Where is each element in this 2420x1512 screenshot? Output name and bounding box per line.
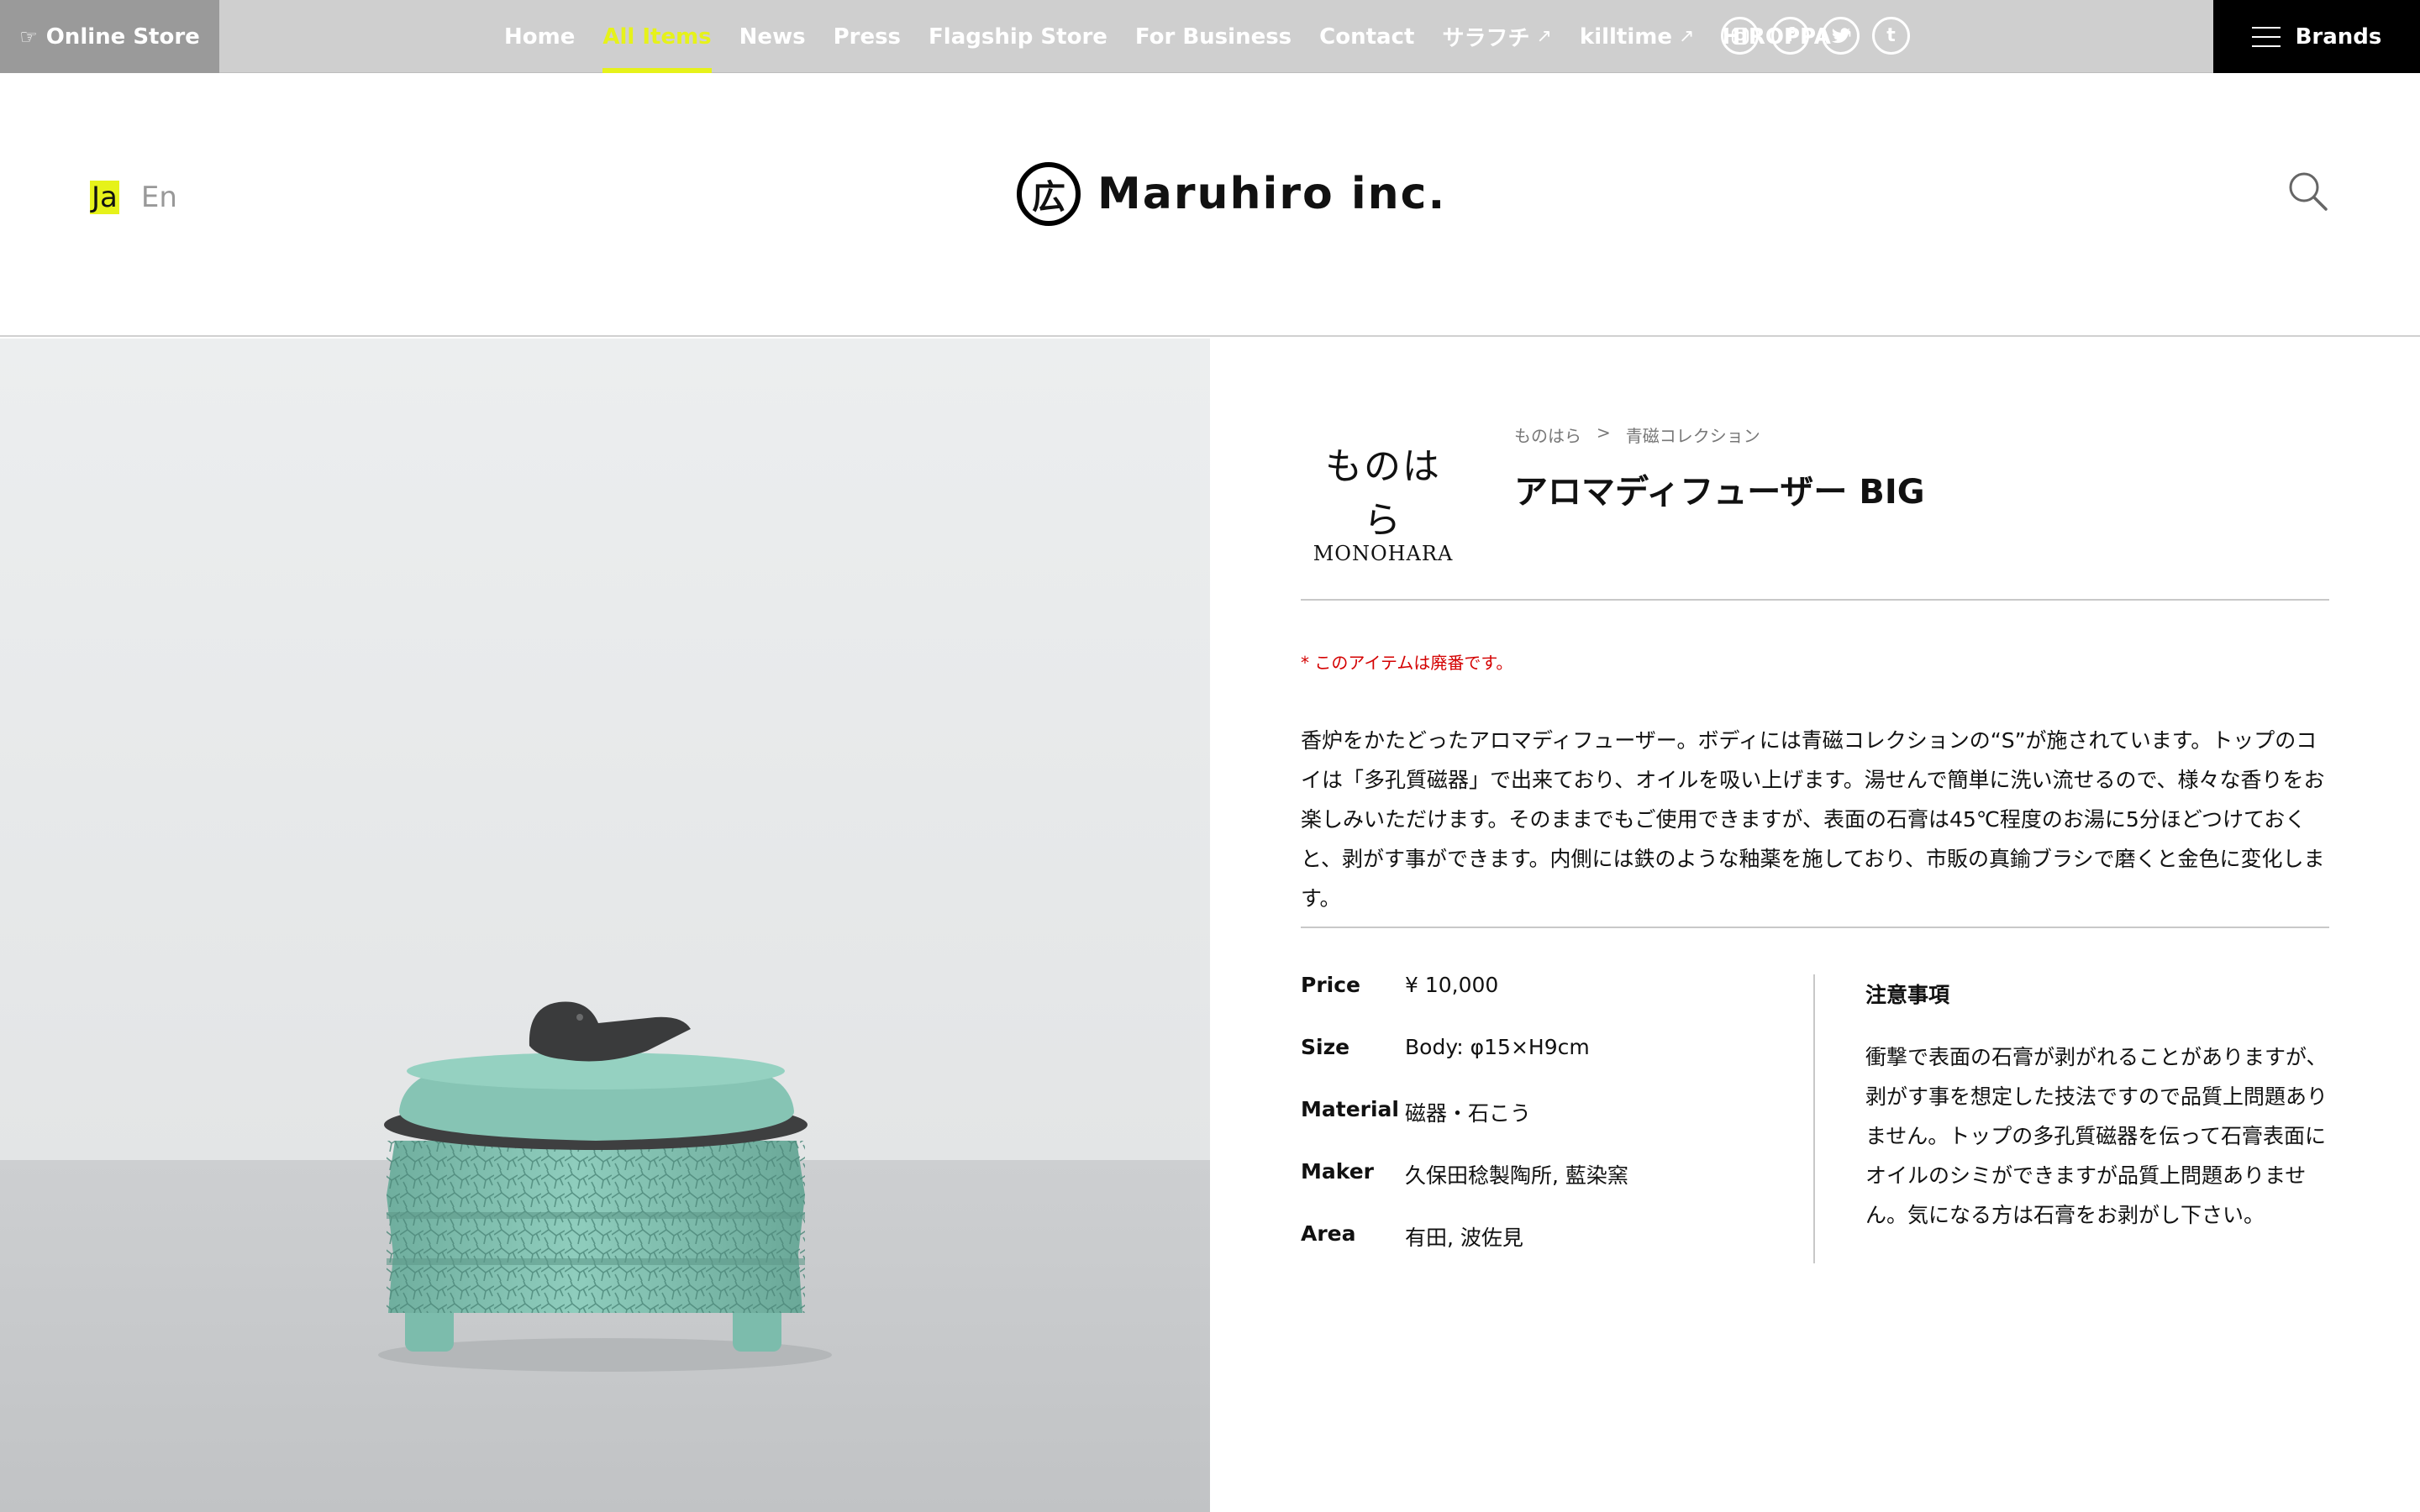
nav-killtime-label: killtime [1579, 24, 1672, 50]
external-link-icon: ↗ [1679, 26, 1695, 47]
instagram-icon[interactable] [1721, 17, 1759, 55]
hamburger-icon [2251, 26, 2281, 47]
spec-row-size: Size Body: φ15×H9cm [1301, 1035, 1805, 1097]
spec-key: Material [1301, 1097, 1399, 1121]
nav-contact-label: Contact [1319, 24, 1415, 50]
nav-sarafuchi-label: サラフチ [1442, 26, 1530, 51]
brand-logo-en: MONOHARA [1313, 542, 1454, 565]
caution-text: 衝撃で表面の石膏が剥がれることがありますが、剥がす事を想定した技法ですので品質上… [1865, 1045, 2328, 1227]
discontinued-notice: * このアイテムは廃番です。 [1301, 653, 1513, 673]
online-store-label: Online Store [45, 24, 200, 50]
spec-row-maker: Maker 久保田稔製陶所, 藍染窯 [1301, 1159, 1805, 1221]
product-details: ものはら MONOHARA ものはら > 青磁コレクション アロマディフューザー… [1210, 339, 2420, 1512]
top-navigation-bar: ☞ Online Store Home All Items News Press… [0, 0, 2420, 73]
divider [1301, 927, 2329, 928]
nav-for-business[interactable]: For Business [1135, 0, 1292, 73]
product-title: アロマディフューザー BIG [1514, 473, 1925, 512]
breadcrumb: ものはら > 青磁コレクション [1514, 423, 1760, 447]
nav-news-label: News [739, 24, 806, 50]
twitter-icon[interactable] [1822, 17, 1860, 55]
logo-text: Maruhiro inc. [1097, 169, 1447, 219]
language-switcher: Ja En [90, 181, 177, 214]
spec-value: 有田, 波佐見 [1405, 1226, 1523, 1250]
spec-value: 磁器・石こう [1405, 1101, 1532, 1126]
nav-contact[interactable]: Contact [1319, 0, 1414, 73]
nav-for-business-label: For Business [1134, 24, 1292, 50]
spec-row-area: Area 有田, 波佐見 [1301, 1221, 1805, 1284]
nav-press[interactable]: Press [834, 0, 901, 73]
product-description: 香炉をかたどったアロマディフューザー。ボディには青磁コレクションの“S”が施され… [1301, 728, 2325, 911]
brand-logo-jp: ものはら [1325, 445, 1441, 542]
spec-table: Price ¥ 10,000 Size Body: φ15×H9cm Mater… [1301, 973, 1805, 1284]
spec-key: Area [1301, 1221, 1356, 1246]
product-photo [0, 339, 1210, 1512]
breadcrumb-collection[interactable]: 青磁コレクション [1626, 423, 1760, 447]
caution-section: 注意事項 衝撃で表面の石膏が剥がれることがありますが、剥がす事を想定した技法です… [1865, 979, 2329, 1235]
brand-logo-monohara[interactable]: ものはら MONOHARA [1307, 436, 1459, 565]
spec-value: Body: φ15×H9cm [1405, 1035, 1590, 1059]
lang-en[interactable]: En [141, 181, 177, 214]
nav-flagship-store-label: Flagship Store [929, 24, 1107, 50]
vertical-divider [1813, 974, 1815, 1263]
spec-row-material: Material 磁器・石こう [1301, 1097, 1805, 1159]
nav-all-items-label: All Items [602, 24, 712, 50]
spec-value: ¥ 10,000 [1405, 973, 1499, 997]
site-header: Ja En 広 Maruhiro inc. [0, 73, 2420, 337]
main-nav: Home All Items News Press Flagship Store… [504, 0, 1881, 73]
logo-mark: 広 [1017, 162, 1081, 226]
nav-all-items[interactable]: All Items [602, 0, 712, 73]
nav-killtime[interactable]: killtime ↗ [1580, 0, 1695, 73]
spec-key: Size [1301, 1035, 1350, 1059]
nav-sarafuchi[interactable]: サラフチ ↗ [1442, 0, 1551, 73]
tumblr-icon[interactable]: t [1872, 17, 1910, 55]
pointing-hand-icon: ☞ [19, 24, 38, 49]
spec-row-price: Price ¥ 10,000 [1301, 973, 1805, 1035]
online-store-link[interactable]: ☞ Online Store [0, 0, 219, 73]
brands-label: Brands [2295, 24, 2382, 50]
divider [1301, 599, 2329, 601]
site-logo[interactable]: 広 Maruhiro inc. [1017, 162, 1446, 226]
facebook-icon[interactable]: f [1771, 17, 1809, 55]
breadcrumb-brand[interactable]: ものはら [1514, 423, 1581, 447]
spec-value: 久保田稔製陶所, 藍染窯 [1405, 1163, 1628, 1188]
social-links: f t [1721, 17, 1910, 55]
spec-key: Maker [1301, 1159, 1374, 1184]
breadcrumb-separator: > [1597, 423, 1611, 443]
nav-home-label: Home [504, 24, 576, 50]
spec-key: Price [1301, 973, 1360, 997]
nav-flagship-store[interactable]: Flagship Store [929, 0, 1107, 73]
caution-title: 注意事項 [1865, 983, 1950, 1007]
search-icon[interactable] [2287, 171, 2329, 213]
lang-ja[interactable]: Ja [90, 181, 119, 214]
nav-home[interactable]: Home [504, 0, 575, 73]
external-link-icon: ↗ [1536, 26, 1552, 47]
nav-news[interactable]: News [739, 0, 806, 73]
nav-press-label: Press [833, 24, 902, 50]
brands-menu-button[interactable]: Brands [2213, 0, 2420, 73]
